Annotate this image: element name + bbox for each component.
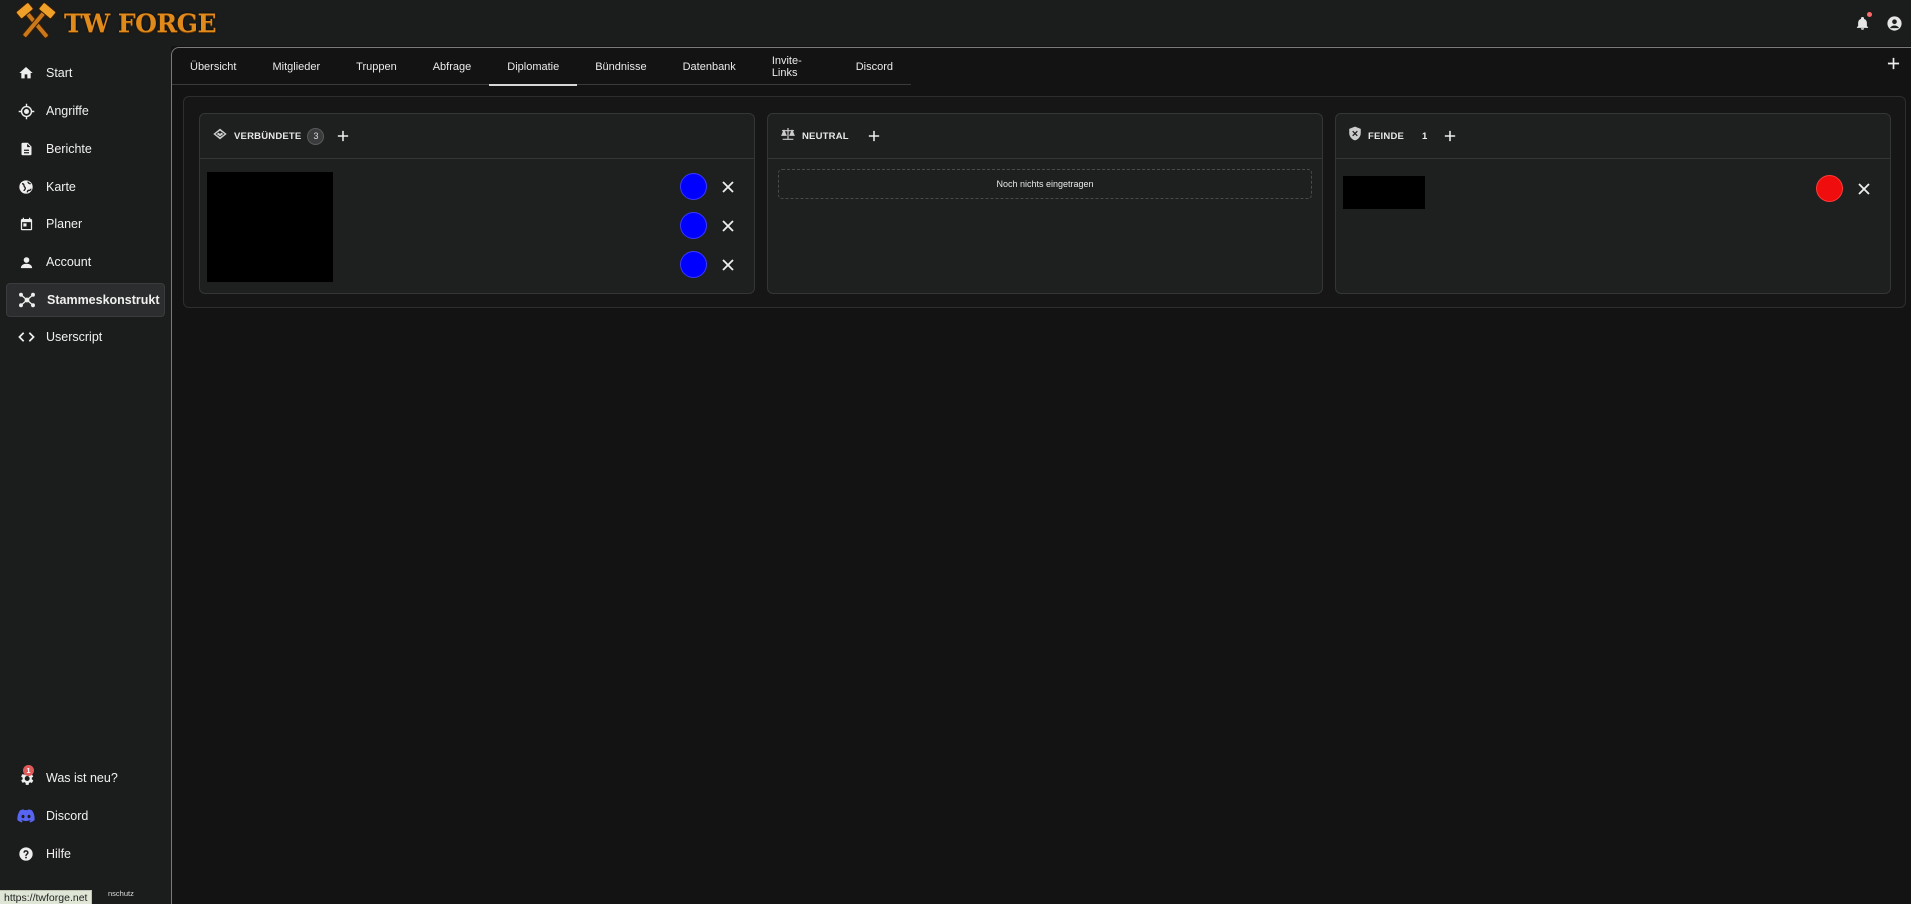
sidebar-item-karte[interactable]: Karte [6, 170, 165, 204]
scale-icon [780, 127, 796, 146]
sidebar-item-label: Start [46, 66, 73, 80]
sidebar-item-angriffe[interactable]: Angriffe [6, 94, 165, 128]
sidebar-item-label: Account [46, 255, 92, 269]
sidebar-item-account[interactable]: Account [6, 245, 165, 279]
document-icon [17, 140, 35, 158]
sidebar-item-label: Stammeskonstrukt [47, 293, 160, 307]
app-root: TW FORGE Start Angriffe Berichte Karte P… [0, 0, 1911, 904]
sidebar-item-label: Discord [46, 809, 89, 823]
calendar-icon [17, 215, 35, 233]
enemies-title: FEINDE [1368, 130, 1405, 142]
crosshair-icon [17, 102, 35, 120]
home-icon [17, 64, 35, 82]
neutral-column: NEUTRAL Noch nichts eingetragen [767, 113, 1323, 294]
neutral-empty-state: Noch nichts eingetragen [778, 169, 1312, 199]
sidebar-item-start[interactable]: Start [6, 56, 165, 90]
sidebar-item-userscript[interactable]: Userscript [6, 320, 165, 354]
discord-icon [17, 807, 35, 825]
sidebar-item-label: Planer [46, 217, 83, 231]
brand-name: TW FORGE [64, 8, 217, 38]
tab-discord[interactable]: Discord [838, 48, 911, 85]
sidebar-item-label: Userscript [46, 330, 103, 344]
remove-ally-button[interactable] [720, 257, 736, 273]
tab-datenbank[interactable]: Datenbank [665, 48, 754, 85]
tab-invite-links[interactable]: Invite-Links [754, 48, 838, 85]
person-icon [17, 253, 35, 271]
add-neutral-button[interactable] [865, 127, 883, 145]
sidebar-item-label: Was ist neu? [46, 771, 118, 785]
tab-bar: Übersicht Mitglieder Truppen Abfrage Dip… [172, 48, 911, 86]
tab-abfrage[interactable]: Abfrage [415, 48, 490, 85]
sidebar-item-label: Angriffe [46, 104, 89, 118]
brand-logo[interactable]: TW FORGE [14, 3, 217, 43]
notification-dot [1867, 12, 1872, 17]
neutral-header: NEUTRAL [768, 114, 1322, 159]
sidebar-item-stammeskonstrukt[interactable]: Stammeskonstrukt [6, 283, 165, 317]
enemies-column: FEINDE 1 [1335, 113, 1891, 294]
enemy-color-swatch[interactable] [1816, 175, 1843, 202]
news-badge: 1 [23, 765, 34, 776]
ally-color-swatch[interactable] [680, 251, 707, 278]
globe-icon [17, 178, 35, 196]
tab-buendnisse[interactable]: Bündnisse [577, 48, 664, 85]
sidebar-item-hilfe[interactable]: Hilfe [6, 837, 165, 871]
sidebar: Start Angriffe Berichte Karte Planer Acc… [0, 46, 171, 904]
allies-count-badge: 3 [307, 127, 325, 145]
remove-ally-button[interactable] [720, 218, 736, 234]
sidebar-item-label: Berichte [46, 142, 92, 156]
remove-enemy-button[interactable] [1856, 181, 1872, 197]
help-icon [17, 845, 35, 863]
sidebar-item-label: Karte [46, 180, 76, 194]
enemies-count: 1 [1422, 130, 1428, 142]
allies-title: VERBÜNDETE [234, 130, 302, 142]
sidebar-item-label: Hilfe [46, 847, 72, 861]
network-icon [18, 291, 36, 309]
redacted-ally-names [207, 172, 333, 282]
bell-icon[interactable] [1851, 12, 1873, 34]
sidebar-item-berichte[interactable]: Berichte [6, 132, 165, 166]
sidebar-item-discord[interactable]: Discord [6, 799, 165, 833]
allies-column: VERBÜNDETE 3 [199, 113, 755, 294]
top-bar: TW FORGE [0, 0, 1911, 46]
tab-truppen[interactable]: Truppen [338, 48, 415, 85]
redacted-enemy-name [1343, 176, 1425, 209]
allies-header: VERBÜNDETE 3 [200, 114, 754, 159]
browser-status-url: https://twforge.net [0, 890, 93, 904]
tab-mitglieder[interactable]: Mitglieder [254, 48, 338, 85]
ally-color-swatch[interactable] [680, 173, 707, 200]
hammers-logo-icon [15, 3, 57, 39]
ally-color-swatch[interactable] [680, 212, 707, 239]
remove-ally-button[interactable] [720, 179, 736, 195]
footer-link-fragment[interactable]: nschutz [108, 889, 134, 898]
tab-uebersicht[interactable]: Übersicht [172, 48, 254, 85]
neutral-title: NEUTRAL [802, 130, 849, 142]
sidebar-item-was-ist-neu[interactable]: 1 Was ist neu? [6, 761, 165, 795]
account-circle-icon[interactable] [1883, 12, 1905, 34]
shield-icon [1348, 126, 1362, 146]
add-enemy-button[interactable] [1441, 127, 1459, 145]
tab-diplomatie[interactable]: Diplomatie [489, 48, 578, 86]
code-icon [17, 328, 35, 346]
add-ally-button[interactable] [334, 127, 352, 145]
enemies-header: FEINDE 1 [1336, 114, 1890, 159]
handshake-icon [212, 127, 228, 146]
header-icons [1851, 12, 1905, 34]
sidebar-item-planer[interactable]: Planer [6, 207, 165, 241]
add-tab-button[interactable] [1883, 53, 1903, 73]
